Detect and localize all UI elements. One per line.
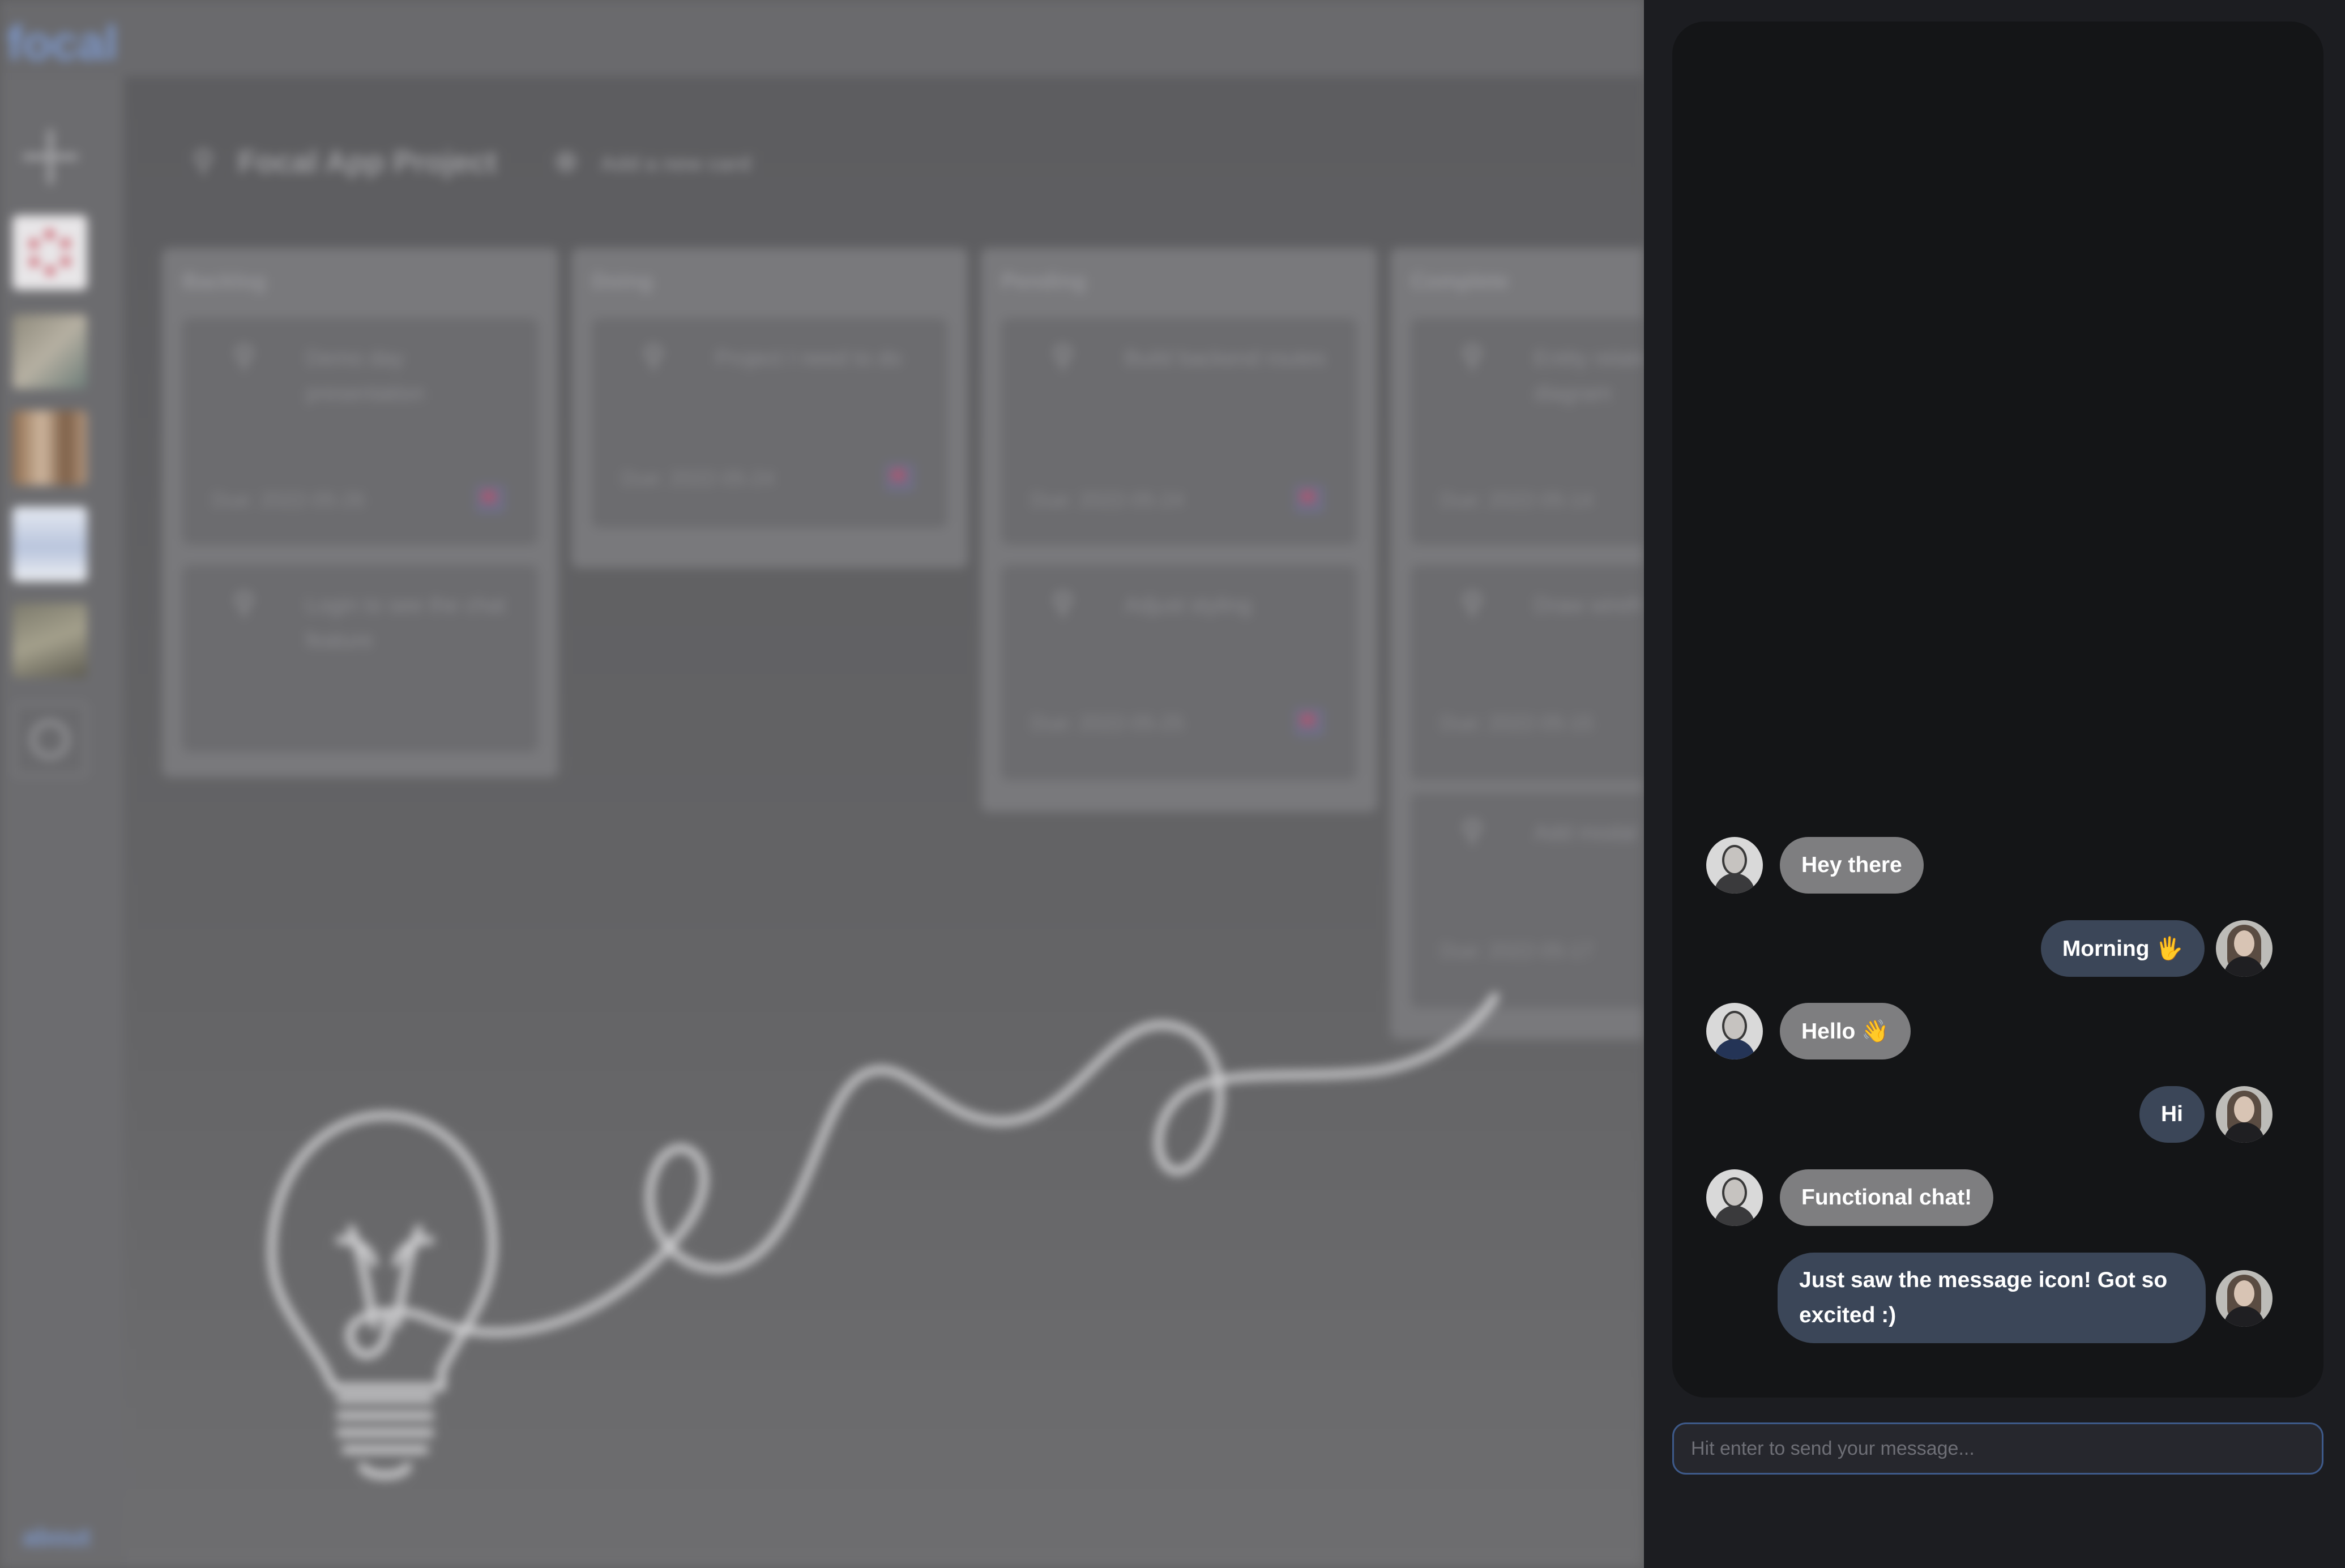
message-incoming: Hello 👋 (1780, 1003, 1911, 1059)
message-incoming: Functional chat! (1780, 1169, 1994, 1226)
blurred-background-app: focal about ⚲ Focal App Project ⊕ Add a … (0, 0, 1644, 1568)
chat-messages-area: Hey there Morning 🖐 Hello 👋 Hi Functiona… (1672, 22, 2323, 1398)
message-bubble: Just saw the message icon! Got so excite… (1778, 1253, 2206, 1343)
lightbulb-illustration (268, 993, 1499, 1479)
message-bubble: Functional chat! (1780, 1169, 1994, 1226)
message-outgoing: Hi (2139, 1086, 2205, 1143)
message-input[interactable] (1672, 1422, 2323, 1475)
message-incoming: Hey there (1780, 837, 1924, 894)
message-bubble: Hi (2139, 1086, 2205, 1143)
avatar-female (2216, 1086, 2273, 1143)
message-outgoing: Morning 🖐 (2040, 920, 2205, 977)
avatar-female (2216, 920, 2273, 977)
message-bubble: Hello 👋 (1780, 1003, 1911, 1059)
chat-panel: Hey there Morning 🖐 Hello 👋 Hi Functiona… (1644, 0, 2345, 1568)
message-outgoing: Just saw the message icon! Got so excite… (1778, 1253, 2206, 1343)
avatar-female (2216, 1270, 2273, 1327)
message-bubble: Morning 🖐 (2040, 920, 2205, 977)
avatar-male (1706, 1169, 1763, 1226)
avatar-male (1706, 837, 1763, 894)
message-bubble: Hey there (1780, 837, 1924, 894)
app-root: focal about ⚲ Focal App Project ⊕ Add a … (0, 0, 2345, 1568)
avatar-male (1706, 1003, 1763, 1059)
